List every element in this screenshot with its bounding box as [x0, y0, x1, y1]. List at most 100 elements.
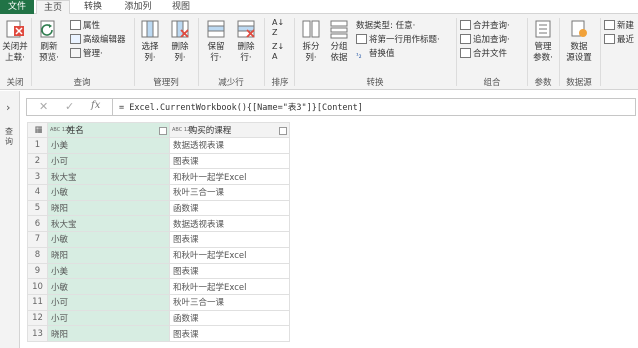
row-number[interactable]: 13 [27, 325, 48, 342]
type-any-icon[interactable]: ABC 123 [172, 128, 193, 133]
use-first-row-headers-button[interactable]: 将第一行用作标题· [356, 34, 440, 46]
table-selector-icon[interactable]: ▦ [27, 122, 48, 138]
cell-course[interactable]: 函数课 [169, 199, 290, 217]
cell-course[interactable]: 数据透视表课 [169, 137, 290, 154]
properties-button[interactable]: 属性 [70, 20, 100, 32]
cell-course[interactable]: 函数课 [169, 309, 290, 327]
cell-name[interactable]: 小敏 [47, 278, 170, 295]
filter-dropdown-icon[interactable] [159, 127, 167, 135]
tab-home[interactable]: 主页 [36, 0, 70, 15]
table-row[interactable]: 10 小敏 和秋叶一起学Excel [27, 278, 290, 295]
row-number[interactable]: 12 [27, 309, 48, 327]
keep-rows-button[interactable]: 保留 行· [202, 18, 230, 64]
type-any-icon[interactable]: ABC 123 [50, 128, 71, 133]
merge-queries-button[interactable]: 合并查询· [460, 20, 510, 32]
row-number[interactable]: 7 [27, 231, 48, 248]
queries-pane-collapsed[interactable]: › 查询 [0, 91, 20, 348]
cell-name[interactable]: 小敏 [47, 231, 170, 248]
table-row[interactable]: 8 晓阳 和秋叶一起学Excel [27, 246, 290, 264]
table-row[interactable]: 9 小美 图表课 [27, 262, 290, 280]
table-row[interactable]: 11 小可 秋叶三合一课 [27, 293, 290, 311]
column-header-name[interactable]: ABC 123 姓名 [47, 122, 170, 138]
table-row[interactable]: 2 小可 图表课 [27, 152, 290, 170]
close-load-icon [6, 20, 24, 38]
cell-course[interactable]: 数据透视表课 [169, 215, 290, 233]
cell-name[interactable]: 秋大宝 [47, 215, 170, 233]
group-parameters: 管理 参数· 参数 [528, 14, 558, 90]
cell-course[interactable]: 图表课 [169, 152, 290, 170]
manage-button[interactable]: 管理· [70, 48, 103, 60]
remove-columns-button[interactable]: 删除 列· [166, 18, 194, 64]
cell-course[interactable]: 和秋叶一起学Excel [169, 246, 290, 264]
check-icon[interactable]: ✓ [65, 100, 74, 113]
table-row[interactable]: 5 晓阳 函数课 [27, 199, 290, 217]
filter-dropdown-icon[interactable] [279, 127, 287, 135]
advanced-editor-button[interactable]: 高级编辑器 [70, 34, 126, 46]
group-label-data-source: 数据源 [566, 78, 592, 88]
group-label-sort: 排序 [271, 78, 289, 88]
expand-chevron-icon[interactable]: › [6, 101, 10, 114]
cell-name[interactable]: 小美 [47, 137, 170, 154]
row-number[interactable]: 4 [27, 184, 48, 201]
new-source-button[interactable]: 新建 [604, 20, 634, 32]
table-row[interactable]: 7 小敏 图表课 [27, 231, 290, 248]
cancel-icon[interactable]: ✕ [39, 100, 48, 113]
cell-name[interactable]: 小可 [47, 152, 170, 170]
table-row[interactable]: 4 小敏 秋叶三合一课 [27, 184, 290, 201]
sort-descending-button[interactable]: Z↓ A [272, 42, 284, 62]
row-number[interactable]: 11 [27, 293, 48, 311]
close-load-button[interactable]: 关闭并 上载· [0, 18, 30, 64]
combine-files-button[interactable]: 合并文件 [460, 48, 507, 60]
cell-name[interactable]: 小可 [47, 309, 170, 327]
table-row[interactable]: 6 秋大宝 数据透视表课 [27, 215, 290, 233]
manage-icon [70, 48, 81, 58]
cell-name[interactable]: 晓阳 [47, 246, 170, 264]
column-header-course[interactable]: ABC 123 购买的课程 [169, 122, 290, 138]
cell-name[interactable]: 秋大宝 [47, 168, 170, 186]
row-number[interactable]: 10 [27, 278, 48, 295]
tab-view[interactable]: 视图 [164, 0, 198, 14]
cell-course[interactable]: 和秋叶一起学Excel [169, 168, 290, 186]
cell-course[interactable]: 图表课 [169, 231, 290, 248]
data-source-settings-button[interactable]: 数据 源设置 [562, 18, 596, 64]
row-number[interactable]: 5 [27, 199, 48, 217]
tab-file[interactable]: 文件 [0, 0, 34, 14]
tab-add-column[interactable]: 添加列 [118, 0, 158, 14]
row-number[interactable]: 9 [27, 262, 48, 280]
table-row[interactable]: 12 小可 函数课 [27, 309, 290, 327]
data-type-dropdown[interactable]: 数据类型: 任意· [356, 20, 415, 32]
cell-course[interactable]: 秋叶三合一课 [169, 293, 290, 311]
remove-rows-button[interactable]: 删除 行· [232, 18, 260, 64]
cell-course[interactable]: 图表课 [169, 262, 290, 280]
table-row[interactable]: 3 秋大宝 和秋叶一起学Excel [27, 168, 290, 186]
split-column-button[interactable]: 拆分 列· [298, 18, 324, 64]
cell-name[interactable]: 小可 [47, 293, 170, 311]
group-by-button[interactable]: 分组 依据 [326, 18, 352, 64]
table-row[interactable]: 13 晓阳 图表课 [27, 325, 290, 342]
manage-parameters-button[interactable]: 管理 参数· [528, 18, 558, 64]
row-number[interactable]: 3 [27, 168, 48, 186]
recent-sources-button[interactable]: 最近 [604, 34, 634, 46]
refresh-preview-button[interactable]: 刷新 预览· [34, 18, 64, 64]
cell-course[interactable]: 图表课 [169, 325, 290, 342]
fx-icon[interactable]: fx [91, 100, 100, 111]
formula-input[interactable]: = Excel.CurrentWorkbook(){[Name="表3"]}[C… [119, 101, 363, 113]
tab-transform[interactable]: 转换 [74, 0, 112, 14]
cell-course[interactable]: 和秋叶一起学Excel [169, 278, 290, 295]
row-number[interactable]: 8 [27, 246, 48, 264]
row-number[interactable]: 1 [27, 137, 48, 154]
cell-name[interactable]: 晓阳 [47, 199, 170, 217]
table-row[interactable]: 1 小美 数据透视表课 [27, 137, 290, 154]
group-combine: 合并查询· 追加查询· 合并文件 组合 [458, 14, 526, 90]
row-number[interactable]: 2 [27, 152, 48, 170]
replace-values-button[interactable]: ¹₂ 替换值 [356, 48, 395, 60]
append-queries-button[interactable]: 追加查询· [460, 34, 510, 46]
row-number[interactable]: 6 [27, 215, 48, 233]
choose-columns-button[interactable]: 选择 列· [136, 18, 164, 64]
cell-name[interactable]: 小美 [47, 262, 170, 280]
cell-course[interactable]: 秋叶三合一课 [169, 184, 290, 201]
sort-ascending-button[interactable]: A↓ Z [272, 18, 284, 38]
cell-name[interactable]: 小敏 [47, 184, 170, 201]
group-query: 刷新 预览· 属性 高级编辑器 管理· 查询 [32, 14, 132, 90]
cell-name[interactable]: 晓阳 [47, 325, 170, 342]
